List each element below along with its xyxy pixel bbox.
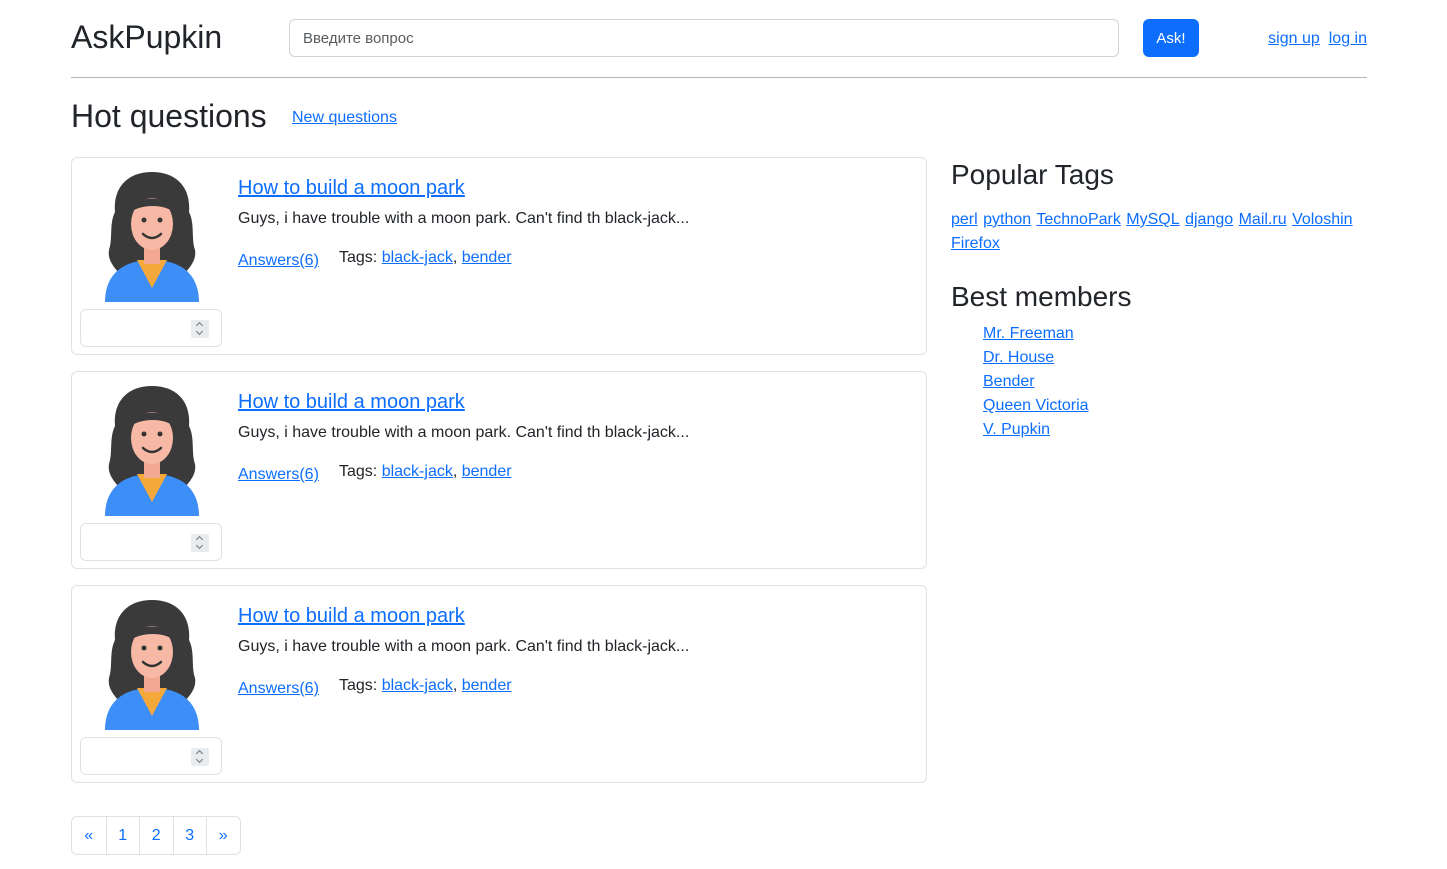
- vote-stepper[interactable]: [80, 737, 222, 775]
- auth-links: sign up log in: [1259, 30, 1367, 48]
- member-link[interactable]: V. Pupkin: [983, 421, 1050, 438]
- popular-tag-link[interactable]: perl: [951, 211, 978, 228]
- vote-stepper[interactable]: [80, 523, 222, 561]
- avatar-image: [105, 172, 199, 302]
- pagination-page[interactable]: 2: [139, 817, 173, 854]
- member-item: Mr. Freeman: [983, 322, 1089, 346]
- pagination: « 1 2 3 »: [71, 816, 241, 855]
- avatar-image: [105, 386, 199, 516]
- question-tags: Tags: black-jack, bender: [339, 463, 512, 480]
- avatar-image: [105, 600, 199, 730]
- pagination-next[interactable]: »: [206, 817, 240, 854]
- question-title-link[interactable]: How to build a moon park: [238, 175, 465, 201]
- spinner-arrows-icon[interactable]: [191, 534, 209, 552]
- question-title-link[interactable]: How to build a moon park: [238, 389, 465, 415]
- question-card: How to build a moon park Guys, i have tr…: [71, 585, 927, 783]
- login-link[interactable]: log in: [1329, 30, 1367, 47]
- tag-link[interactable]: bender: [462, 677, 512, 694]
- page-title: Hot questions: [71, 98, 267, 134]
- tag-link[interactable]: black-jack: [382, 249, 453, 266]
- question-tags: Tags: black-jack, bender: [339, 677, 512, 694]
- tags-label: Tags:: [339, 677, 378, 694]
- popular-tag-link[interactable]: Mail.ru: [1239, 211, 1287, 228]
- question-card: How to build a moon park Guys, i have tr…: [71, 157, 927, 355]
- answers-link[interactable]: Answers(6): [238, 680, 319, 698]
- answers-link[interactable]: Answers(6): [238, 466, 319, 484]
- best-members-heading: Best members: [951, 281, 1132, 312]
- vote-stepper[interactable]: [80, 309, 222, 347]
- tags-label: Tags:: [339, 463, 378, 480]
- question-text: Guys, i have trouble with a moon park. C…: [238, 210, 690, 227]
- popular-tag-link[interactable]: python: [983, 211, 1031, 228]
- popular-tag-link[interactable]: Voloshin: [1292, 211, 1353, 228]
- member-link[interactable]: Mr. Freeman: [983, 325, 1074, 342]
- question-text: Guys, i have trouble with a moon park. C…: [238, 424, 690, 441]
- pagination-page[interactable]: 3: [172, 817, 207, 854]
- logo[interactable]: AskPupkin: [71, 17, 222, 57]
- spinner-arrows-icon[interactable]: [191, 320, 209, 338]
- popular-tag-link[interactable]: Firefox: [951, 235, 1000, 252]
- member-item: Dr. House: [983, 346, 1089, 370]
- new-questions-link[interactable]: New questions: [292, 109, 397, 127]
- popular-tags-list: perl python TechnoPark MySQL django Mail…: [951, 208, 1361, 256]
- question-tags: Tags: black-jack, bender: [339, 249, 512, 266]
- popular-tags-heading: Popular Tags: [951, 159, 1114, 190]
- spinner-arrows-icon[interactable]: [191, 748, 209, 766]
- question-card: How to build a moon park Guys, i have tr…: [71, 371, 927, 569]
- question-text: Guys, i have trouble with a moon park. C…: [238, 638, 690, 655]
- tag-link[interactable]: black-jack: [382, 463, 453, 480]
- header: AskPupkin Ask! sign up log in: [71, 0, 1367, 78]
- popular-tag-link[interactable]: MySQL: [1126, 211, 1179, 228]
- member-link[interactable]: Dr. House: [983, 349, 1054, 366]
- signup-link[interactable]: sign up: [1268, 30, 1320, 47]
- best-members-list: Mr. Freeman Dr. House Bender Queen Victo…: [983, 322, 1089, 442]
- member-item: V. Pupkin: [983, 418, 1089, 442]
- tag-link[interactable]: bender: [462, 463, 512, 480]
- member-link[interactable]: Bender: [983, 373, 1035, 390]
- popular-tag-link[interactable]: django: [1185, 211, 1233, 228]
- search-input[interactable]: [289, 19, 1119, 57]
- member-item: Queen Victoria: [983, 394, 1089, 418]
- question-title-link[interactable]: How to build a moon park: [238, 603, 465, 629]
- popular-tag-link[interactable]: TechnoPark: [1036, 211, 1121, 228]
- member-item: Bender: [983, 370, 1089, 394]
- pagination-prev[interactable]: «: [72, 817, 106, 854]
- pagination-page[interactable]: 1: [105, 817, 140, 854]
- tag-link[interactable]: black-jack: [382, 677, 453, 694]
- member-link[interactable]: Queen Victoria: [983, 397, 1089, 414]
- answers-link[interactable]: Answers(6): [238, 252, 319, 270]
- ask-button[interactable]: Ask!: [1143, 19, 1199, 57]
- tag-link[interactable]: bender: [462, 249, 512, 266]
- tags-label: Tags:: [339, 249, 378, 266]
